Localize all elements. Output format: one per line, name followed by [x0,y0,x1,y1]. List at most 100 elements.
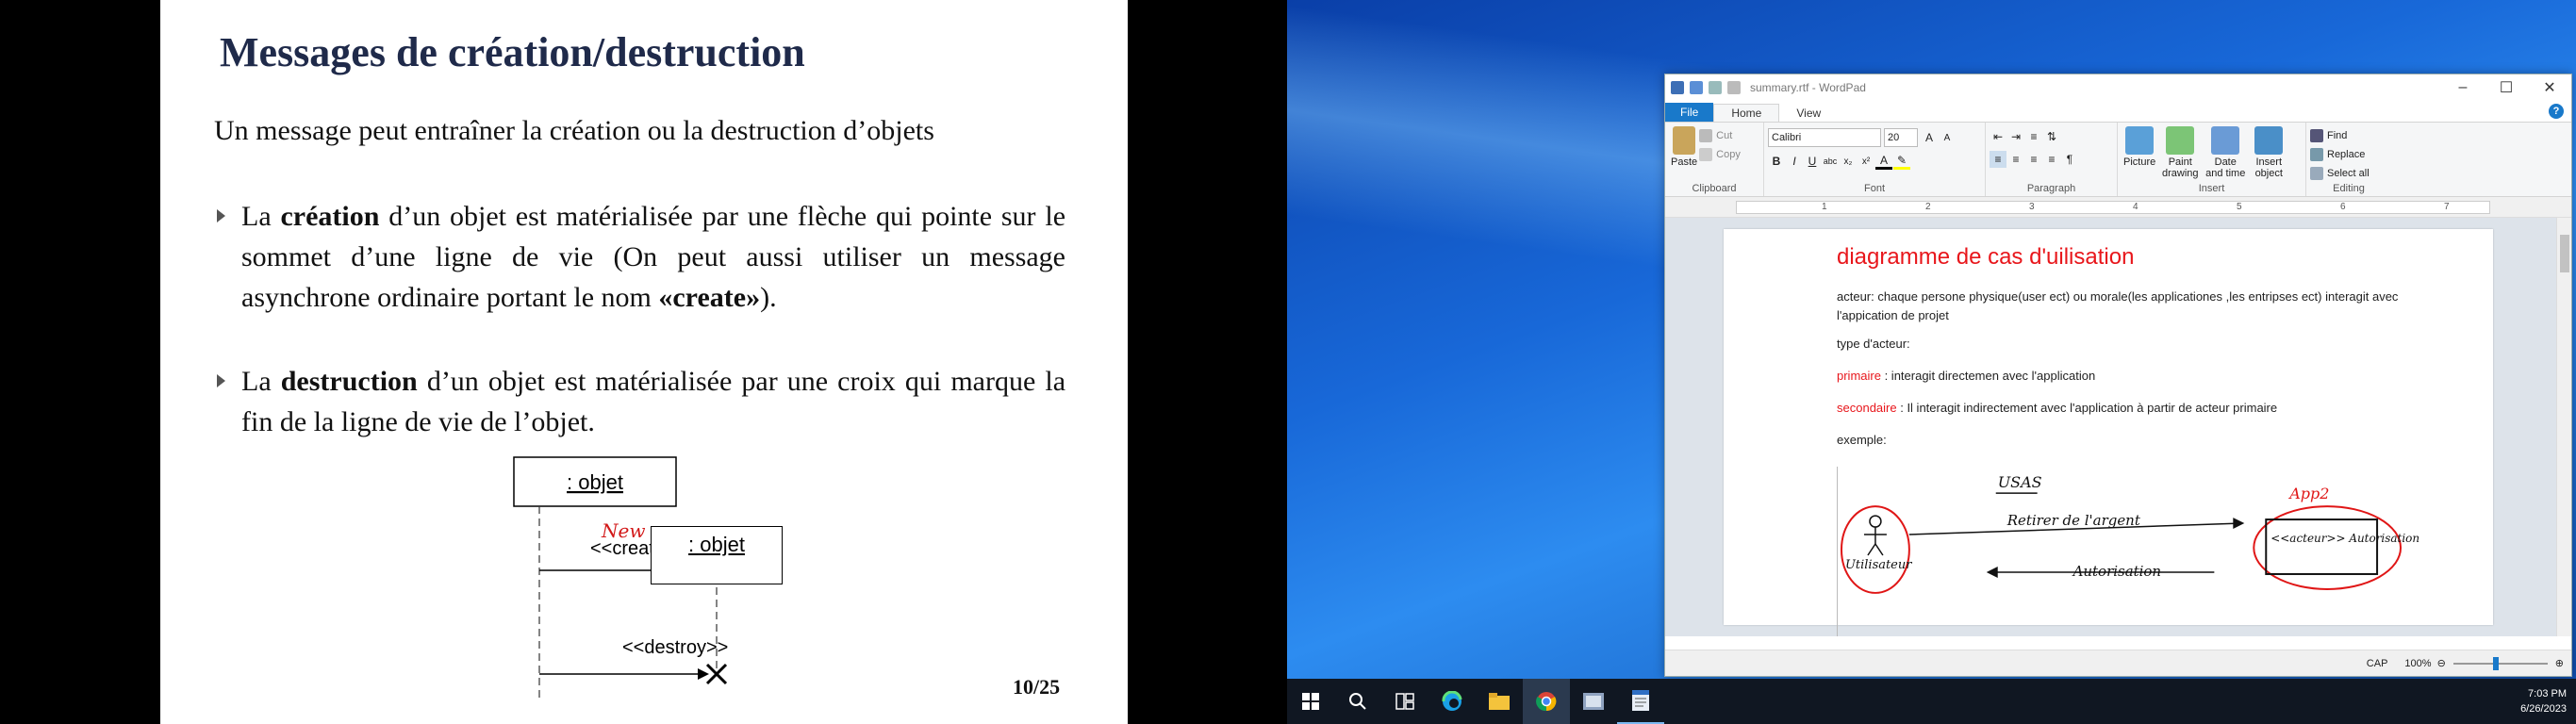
picture-label: Picture [2123,156,2156,168]
slide-title: Messages de création/destruction [220,29,805,75]
bullet-creation-text: La création d’un objet est matérialisée … [241,201,1066,313]
object-label-1: : objet [567,470,623,494]
ruler-bar: 1 2 3 4 5 6 7 [1665,197,2571,218]
save-icon[interactable] [1690,81,1703,94]
copy-icon [1699,148,1713,161]
editing-group-label: Editing [2333,183,2365,194]
zoom-out-icon[interactable]: ⊖ [2437,657,2446,669]
editing-group: Find Replace Select all Editing [2306,123,2391,196]
select-all-icon [2310,167,2323,180]
undo-icon[interactable] [1709,81,1722,94]
sketch-app2-label: App2 [2287,485,2329,502]
sketch-arrow2-label: Autorisation [2072,563,2161,580]
vertical-scrollbar[interactable] [2556,218,2571,636]
wordpad-window: summary.rtf - WordPad – ☐ ✕ File Home Vi… [1664,74,2572,677]
taskbar-wordpad[interactable] [1617,679,1664,724]
tab-home[interactable]: Home [1713,104,1780,122]
subscript-icon[interactable]: x₂ [1840,153,1857,170]
redo-icon[interactable] [1727,81,1741,94]
font-group: Calibri 20 A A B I U abc x₂ x² A ✎ Font [1764,123,1986,196]
zoom-in-icon[interactable]: ⊕ [2555,657,2564,669]
system-clock[interactable]: 7:03 PM 6/26/2023 [2520,686,2567,716]
ruler-mark: 2 [1925,202,1931,212]
increase-indent-icon[interactable]: ⇥ [2007,128,2024,145]
document-area: diagramme de cas d'uilisation acteur: ch… [1665,218,2558,636]
italic-icon[interactable]: I [1786,153,1803,170]
folder-icon [1489,693,1510,710]
justify-icon[interactable]: ≡ [2043,151,2060,168]
taskbar-chrome[interactable] [1523,679,1570,724]
taskbar: 7:03 PM 6/26/2023 [1287,679,2576,724]
search-icon [1349,693,1366,710]
bullet-destruction-text: La destruction d’un objet est matérialis… [241,366,1066,437]
help-icon[interactable]: ? [2549,104,2564,119]
scrollbar-thumb[interactable] [2560,235,2569,272]
decrease-indent-icon[interactable]: ⇤ [1990,128,2006,145]
font-size-select[interactable]: 20 [1884,128,1918,147]
paste-button[interactable]: Paste [1671,126,1697,168]
wordpad-icon [1632,690,1649,711]
paragraph-group-label: Paragraph [2026,183,2076,194]
select-all-button[interactable]: Select all [2310,164,2387,183]
paint-drawing-button[interactable]: Paint drawing [2159,126,2201,179]
taskbar-file-explorer[interactable] [1476,679,1523,724]
clipboard-group-label: Clipboard [1692,183,1737,194]
tab-file[interactable]: File [1665,103,1714,122]
line-spacing-icon[interactable]: ⇅ [2043,128,2060,145]
minimize-button[interactable]: – [2441,74,2485,101]
search-button[interactable] [1334,679,1381,724]
doc-paragraph-types: type d'acteur: [1837,337,1910,351]
document-page[interactable]: diagramme de cas d'uilisation acteur: ch… [1724,229,2493,636]
bold-icon[interactable]: B [1768,153,1785,170]
underline-icon[interactable]: U [1804,153,1821,170]
doc-heading: diagramme de cas d'uilisation [1837,244,2135,270]
insert-object-button[interactable]: Insert object [2250,126,2287,179]
bullet-destruction: La destruction d’un objet est matérialis… [217,361,1065,446]
taskbar-edge[interactable] [1428,679,1476,724]
font-group-label: Font [1863,183,1885,194]
tab-view[interactable]: View [1779,105,1838,122]
replace-button[interactable]: Replace [2310,145,2387,164]
zoom-slider[interactable] [2452,656,2548,670]
cut-button[interactable]: Cut [1699,126,1741,145]
align-center-icon[interactable]: ≡ [2007,151,2024,168]
task-view-button[interactable] [1381,679,1428,724]
date-time-button[interactable]: Date and time [2204,126,2246,179]
status-bar: CAP 100% ⊖ ⊕ [1665,650,2571,676]
find-label: Find [2327,130,2348,141]
ruler[interactable]: 1 2 3 4 5 6 7 [1736,201,2490,214]
ribbon-tabs: File Home View ? [1665,101,2571,122]
page-number: 10/25 [1013,675,1061,699]
shrink-font-icon[interactable]: A [1939,129,1956,146]
taskbar-app-photos[interactable] [1570,679,1617,724]
primary-label: primaire [1837,369,1881,383]
maximize-button[interactable]: ☐ [2485,74,2528,101]
secondary-label: secondaire [1837,401,1897,415]
copy-button[interactable]: Copy [1699,145,1741,164]
object-label-2: : objet [688,533,745,556]
picture-button[interactable]: Picture [2123,126,2155,179]
replace-label: Replace [2327,149,2366,160]
highlight-icon[interactable]: ✎ [1893,153,1910,170]
sketch-box-label: <<acteur>> Autorisation [2271,532,2419,545]
strikethrough-icon[interactable]: abc [1822,153,1839,170]
paragraph-icon[interactable]: ¶ [2061,151,2078,168]
bullet-arrow-icon [217,374,225,387]
find-button[interactable]: Find [2310,126,2387,145]
calendar-icon [2211,126,2240,155]
align-left-icon[interactable]: ≡ [1990,151,2006,168]
paint-icon [2166,126,2195,155]
sketch-actor-label: Utilisateur [1845,558,1912,572]
bullets-icon[interactable]: ≡ [2025,128,2042,145]
insert-group-label: Insert [2198,183,2225,194]
copy-label: Copy [1716,149,1741,160]
screen: Messages de création/destruction Un mess… [0,0,2576,724]
primary-text: : interagit directemen avec l'applicatio… [1880,369,2096,383]
superscript-icon[interactable]: x² [1858,153,1874,170]
align-right-icon[interactable]: ≡ [2025,151,2042,168]
font-family-select[interactable]: Calibri [1768,128,1881,147]
grow-font-icon[interactable]: A [1921,129,1938,146]
font-color-icon[interactable]: A [1875,153,1892,170]
close-button[interactable]: ✕ [2528,74,2571,101]
start-button[interactable] [1287,679,1334,724]
